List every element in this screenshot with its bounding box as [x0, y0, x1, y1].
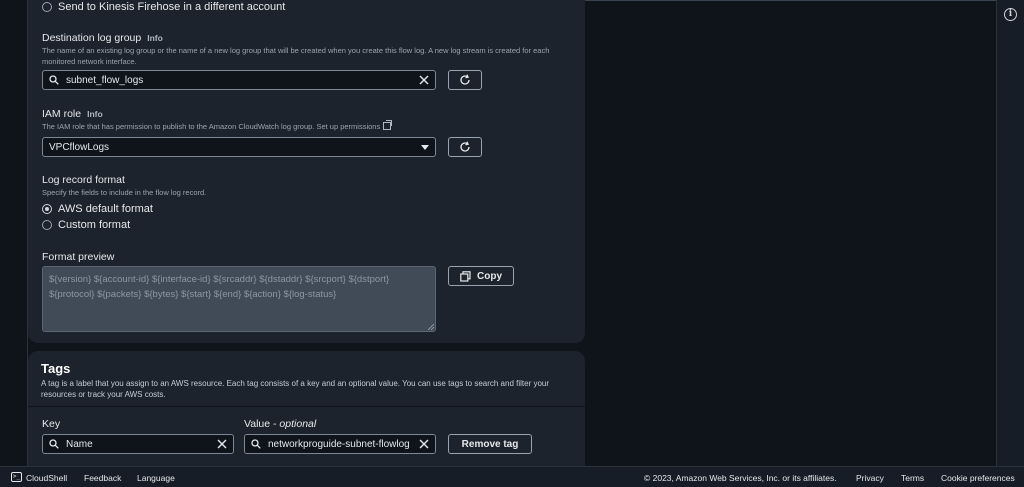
destination-log-group-value: subnet_flow_logs — [66, 74, 144, 86]
tags-description: A tag is a label that you assign to an A… — [41, 379, 550, 399]
radio-button[interactable] — [42, 2, 52, 12]
cloudshell-link[interactable]: CloudShell — [26, 473, 67, 483]
log-record-format-description: Specify the fields to include in the flo… — [42, 188, 207, 197]
tag-value-value: networkproguide-subnet-flowlog — [268, 438, 410, 450]
custom-format-option[interactable]: Custom format — [42, 219, 130, 231]
radio-button-selected[interactable] — [42, 204, 52, 214]
left-gutter — [0, 0, 28, 466]
aws-default-format-label: AWS default format — [58, 203, 153, 215]
iam-role-description: The IAM role that has permission to publ… — [42, 120, 393, 132]
caret-down-icon — [421, 144, 429, 150]
destination-log-group-title: Destination log group — [42, 32, 142, 44]
privacy-link[interactable]: Privacy — [856, 473, 884, 483]
right-tools-rail: i — [996, 0, 1024, 466]
copy-icon — [460, 270, 471, 282]
refresh-icon — [460, 74, 470, 85]
feedback-link[interactable]: Feedback — [84, 473, 121, 483]
iam-role-label: IAM role Info — [42, 108, 103, 120]
custom-format-label: Custom format — [58, 219, 131, 231]
tag-key-input[interactable]: Name — [42, 434, 234, 454]
tag-key-value: Name — [66, 438, 93, 450]
destination-log-group-input[interactable]: subnet_flow_logs — [42, 70, 436, 90]
search-icon — [251, 439, 261, 449]
language-link[interactable]: Language — [137, 473, 175, 483]
iam-role-select[interactable]: VPCflowLogs — [42, 137, 436, 157]
tags-title: Tags — [41, 361, 71, 376]
refresh-log-groups-button[interactable] — [448, 70, 482, 90]
tag-value-input[interactable]: networkproguide-subnet-flowlog — [244, 434, 436, 454]
refresh-iam-roles-button[interactable] — [448, 137, 482, 157]
iam-role-description-text: The IAM role that has permission to publ… — [42, 122, 381, 131]
refresh-icon — [460, 141, 470, 152]
info-link[interactable]: Info — [147, 33, 163, 43]
search-icon — [49, 439, 59, 449]
aws-default-format-option[interactable]: AWS default format — [42, 203, 153, 215]
iam-role-title: IAM role — [42, 108, 82, 120]
console-footer: >_ CloudShell Feedback Language © 2023, … — [0, 466, 1024, 487]
tag-value-header: Value - optional — [244, 418, 316, 430]
format-preview-label: Format preview — [42, 251, 115, 263]
copy-format-button[interactable]: Copy — [448, 266, 514, 286]
cookie-preferences-link[interactable]: Cookie preferences — [941, 473, 1015, 483]
resize-handle-icon[interactable] — [428, 324, 434, 330]
remove-tag-button[interactable]: Remove tag — [448, 434, 532, 454]
radio-button[interactable] — [42, 220, 52, 230]
kinesis-different-account-option[interactable]: Send to Kinesis Firehose in a different … — [42, 1, 285, 13]
info-link[interactable]: Info — [87, 109, 103, 119]
copyright-text: © 2023, Amazon Web Services, Inc. or its… — [644, 473, 837, 483]
clear-icon[interactable] — [217, 439, 227, 449]
search-icon — [49, 75, 59, 85]
divider — [28, 406, 585, 407]
tag-value-optional-text: optional — [279, 418, 317, 430]
destination-log-group-label: Destination log group Info — [42, 32, 163, 44]
external-link-icon[interactable] — [383, 120, 393, 130]
clear-icon[interactable] — [419, 75, 429, 85]
tag-key-header: Key — [42, 418, 61, 430]
iam-role-value: VPCflowLogs — [49, 141, 110, 153]
terms-link[interactable]: Terms — [901, 473, 924, 483]
format-preview-textarea: ${version} ${account-id} ${interface-id}… — [42, 266, 436, 332]
info-panel-icon[interactable]: i — [1004, 8, 1017, 21]
kinesis-option-label: Send to Kinesis Firehose in a different … — [58, 1, 286, 13]
format-preview-text: ${version} ${account-id} ${interface-id}… — [49, 274, 390, 300]
log-record-format-label: Log record format — [42, 174, 125, 186]
tag-value-header-text: Value - — [244, 418, 280, 430]
clear-icon[interactable] — [419, 439, 429, 449]
copy-label: Copy — [477, 270, 502, 282]
cloudshell-icon[interactable]: >_ — [11, 472, 22, 482]
destination-log-group-description: The name of an existing log group or the… — [42, 46, 550, 66]
